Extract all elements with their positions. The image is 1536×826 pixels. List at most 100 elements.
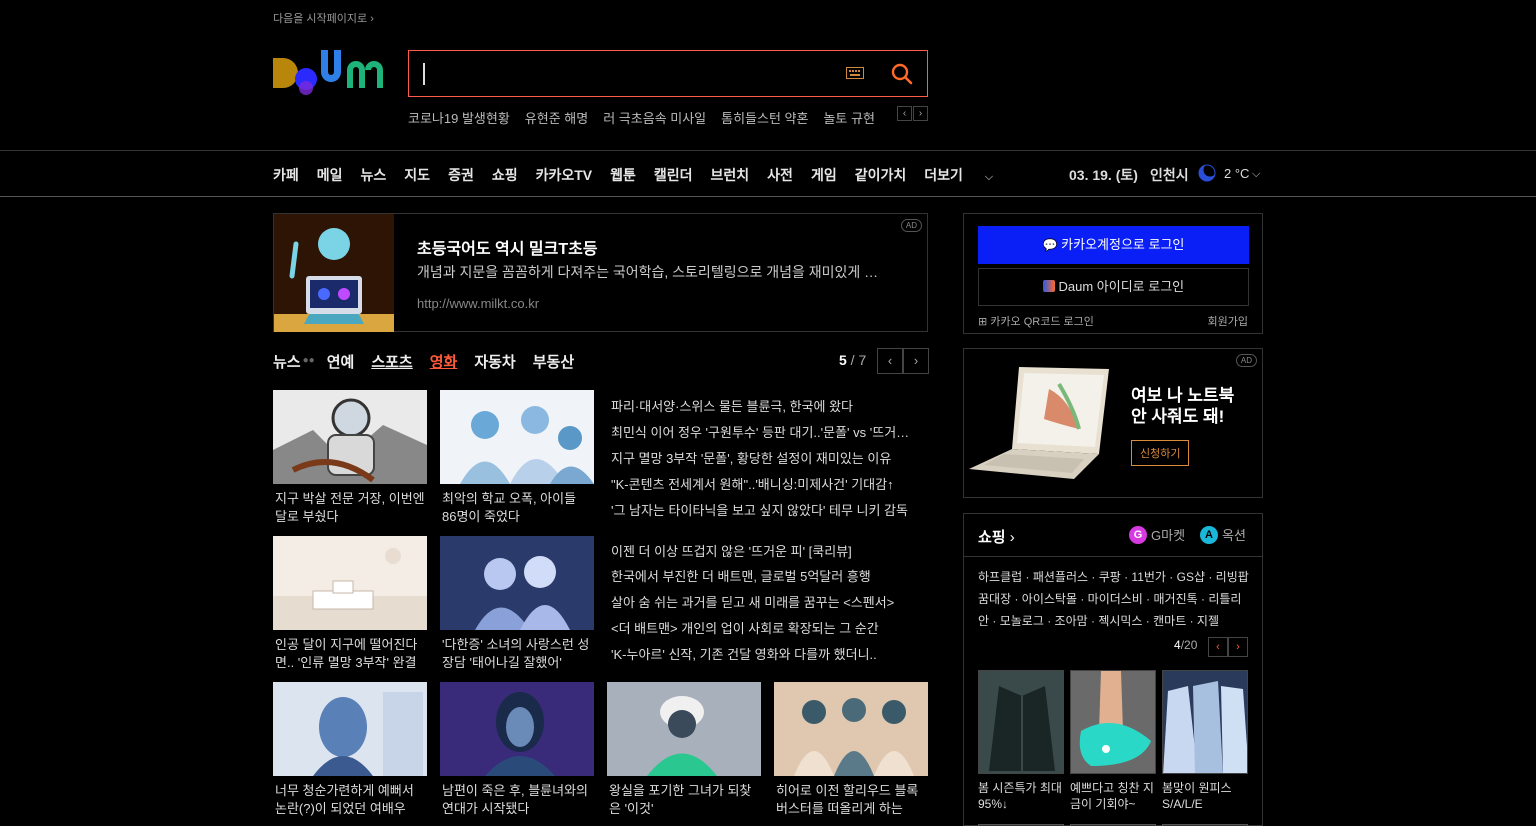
news-headline[interactable]: "K-콘텐츠 전세계서 원해"..'배니싱:미제사건' 기대감↑	[611, 474, 921, 493]
news-thumbnail[interactable]	[273, 682, 427, 776]
nav-dictionary[interactable]: 사전	[767, 165, 793, 185]
product-image[interactable]	[1162, 670, 1248, 774]
ad-url[interactable]: http://www.milkt.co.kr	[417, 296, 539, 311]
kakao-login-button[interactable]: 💬 카카오계정으로 로그인	[978, 226, 1249, 264]
page-total: /20	[1180, 638, 1198, 652]
news-headline[interactable]: <더 배트맨> 개인의 업이 사회로 확장되는 그 순간	[611, 618, 921, 637]
main-nav: 카페 메일 뉴스 지도 증권 쇼핑 카카오TV 웹툰 캘린더 브런치 사전 게임…	[273, 165, 1029, 185]
news-headline[interactable]: 파리·대서양·스위스 물든 블륜극, 한국에 왔다	[611, 396, 921, 415]
ad-laptop[interactable]: 여보 나 노트북 안 사줘도 돼! 신청하기 AD	[963, 348, 1263, 498]
tab-news[interactable]: 뉴스	[273, 351, 301, 372]
chevron-down-icon[interactable]: ⌵	[1252, 168, 1260, 181]
news-caption[interactable]: 인공 달이 지구에 떨어진다면.. '인류 멸망 3부작' 완결	[275, 636, 427, 672]
product-image[interactable]	[1070, 670, 1156, 774]
news-caption[interactable]: 지구 박살 전문 거장, 이번엔 달로 부쉈다	[275, 490, 427, 526]
search-box[interactable]	[408, 50, 928, 97]
news-thumbnail[interactable]	[273, 536, 427, 630]
shopping-title[interactable]: 쇼핑 ›	[978, 526, 1015, 547]
nav-news[interactable]: 뉴스	[361, 165, 387, 185]
nav-kakaotv[interactable]: 카카오TV	[536, 165, 593, 185]
nav-stock[interactable]: 증권	[448, 165, 474, 185]
auction-link[interactable]: A 옥션	[1200, 525, 1246, 544]
news-caption[interactable]: 왕실을 포기한 그녀가 되찾은 '이것'	[609, 782, 761, 818]
qr-login-link[interactable]: ⊞ 카카오 QR코드 로그인	[978, 313, 1094, 329]
tab-sports[interactable]: 스포츠	[371, 351, 412, 372]
trend-item[interactable]: 톰히들스턴 약혼	[721, 108, 808, 127]
trend-item[interactable]: 러 극초음속 미사일	[603, 108, 706, 127]
prev-button[interactable]: ‹	[1208, 637, 1228, 657]
ad-title[interactable]: 초등국어도 역시 밀크T초등	[417, 235, 598, 259]
gmarket-link[interactable]: G G마켓	[1129, 525, 1185, 544]
news-thumbnail[interactable]	[607, 682, 761, 776]
weather-city[interactable]: 인천시	[1150, 165, 1189, 185]
news-caption[interactable]: 남편이 죽은 후, 블륜녀와의 연대가 시작됐다	[442, 782, 594, 818]
news-caption[interactable]: 히어로 이전 할리우드 블록버스터를 떠올리게 하는	[776, 782, 928, 818]
product-caption[interactable]: 봄 시즌특가 최대 95%↓	[978, 780, 1064, 812]
nav-cafe[interactable]: 카페	[273, 165, 299, 185]
nav-game[interactable]: 게임	[811, 165, 837, 185]
trend-item[interactable]: 놀토 규현	[823, 108, 874, 127]
tab-realestate[interactable]: 부동산	[533, 351, 574, 372]
signup-link[interactable]: 회원가입	[1208, 313, 1248, 329]
news-pager-nav: ‹ ›	[877, 348, 929, 374]
trend-next-button[interactable]: ›	[913, 106, 928, 121]
trend-prev-button[interactable]: ‹	[897, 106, 912, 121]
news-headline[interactable]: 최민식 이어 정우 '구원투수' 등판 대기..'문폴' vs '뜨거운 피'	[611, 422, 921, 441]
news-caption[interactable]: '다한증' 소녀의 사랑스런 성장담 '태어나길 잘했어'	[442, 636, 594, 672]
ad-description[interactable]: 개념과 지문을 꼼꼼하게 다져주는 국어학습, 스토리텔링으로 개념을 재미있게…	[417, 262, 887, 282]
trend-item[interactable]: 유현준 해명	[525, 108, 588, 127]
product-image[interactable]	[978, 670, 1064, 774]
ad-image	[274, 214, 394, 332]
news-headline[interactable]: 살아 숨 쉬는 과거를 딛고 새 미래를 꿈꾸는 <스펜서>	[611, 592, 921, 611]
kakao-login-label: 카카오계정으로 로그인	[1061, 237, 1185, 252]
shopping-links[interactable]: 하프클럽 · 패션플러스 · 쿠팡 · 11번가 · GS샵 · 리빙팝꿈대장 …	[978, 566, 1250, 632]
news-thumbnail[interactable]	[440, 536, 594, 630]
news-thumbnail[interactable]	[440, 390, 594, 484]
page-current: 4	[1174, 638, 1181, 652]
page-total: 7	[858, 352, 867, 368]
news-caption[interactable]: 최악의 학교 오폭, 아이들 86명이 죽었다	[442, 490, 594, 526]
temperature: 2 °C	[1224, 166, 1250, 181]
prev-button[interactable]: ‹	[877, 348, 903, 374]
ad-laptop-title[interactable]: 여보 나 노트북 안 사줘도 돼!	[1131, 385, 1251, 427]
set-homepage-link[interactable]: 다음을 시작페이지로 ›	[273, 10, 374, 26]
divider	[964, 556, 1262, 557]
nav-map[interactable]: 지도	[404, 165, 430, 185]
next-button[interactable]: ›	[1228, 637, 1248, 657]
news-headline[interactable]: 지구 멸망 3부작 '문폴', 황당한 설정이 재미있는 이유	[611, 448, 921, 467]
search-input[interactable]	[423, 63, 823, 85]
news-thumbnail[interactable]	[273, 390, 427, 484]
chevron-right-icon: ›	[1009, 529, 1015, 546]
ad-badge: AD	[900, 219, 922, 232]
qr-icon: ⊞	[978, 316, 988, 328]
daum-login-button[interactable]: Daum 아이디로 로그인	[978, 268, 1249, 306]
tab-entertainment[interactable]: 연예	[327, 351, 355, 372]
daum-logo[interactable]	[273, 48, 389, 98]
gmarket-label: G마켓	[1151, 528, 1186, 543]
news-headline[interactable]: 'K-누아르' 신작, 기존 건달 영화와 다를까 했더니..	[611, 644, 921, 663]
product-caption[interactable]: 예쁘다고 칭찬 지금이 기회야~	[1070, 780, 1156, 812]
product-caption[interactable]: 봄맞이 원피스 S/A/L/E	[1162, 780, 1248, 812]
nav-more[interactable]: 더보기 ⌵	[924, 165, 1011, 185]
news-headline[interactable]: 한국에서 부진한 더 배트맨, 글로벌 5억달러 흥행	[611, 566, 921, 585]
news-thumbnail[interactable]	[774, 682, 928, 776]
trend-item[interactable]: 코로나19 발생현황	[408, 108, 510, 127]
news-headline[interactable]: '그 남자는 타이타닉을 보고 싶지 않았다' 테무 니키 감독	[611, 500, 921, 519]
tab-movie[interactable]: 영화	[430, 351, 458, 372]
nav-together[interactable]: 같이가치	[855, 165, 907, 185]
news-caption[interactable]: 너무 청순가련하게 예뻐서 논란(?)이 되었던 여배우	[275, 782, 427, 818]
nav-brunch[interactable]: 브런치	[711, 165, 750, 185]
news-thumbnail[interactable]	[440, 682, 594, 776]
apply-button[interactable]: 신청하기	[1131, 440, 1190, 466]
next-button[interactable]: ›	[903, 348, 929, 374]
ad-banner[interactable]: 초등국어도 역시 밀크T초등 개념과 지문을 꼼꼼하게 다져주는 국어학습, 스…	[273, 213, 928, 332]
nav-mail[interactable]: 메일	[317, 165, 343, 185]
tab-car[interactable]: 자동차	[474, 351, 515, 372]
search-icon[interactable]	[891, 63, 913, 85]
nav-shopping[interactable]: 쇼핑	[492, 165, 518, 185]
nav-webtoon[interactable]: 웹툰	[610, 165, 636, 185]
ad-badge: AD	[1235, 354, 1257, 367]
news-headline[interactable]: 이젠 더 이상 뜨겁지 않은 '뜨거운 피' [쿡리뷰]	[611, 541, 921, 560]
nav-calendar[interactable]: 캘린더	[654, 165, 693, 185]
keyboard-icon[interactable]	[846, 66, 864, 80]
